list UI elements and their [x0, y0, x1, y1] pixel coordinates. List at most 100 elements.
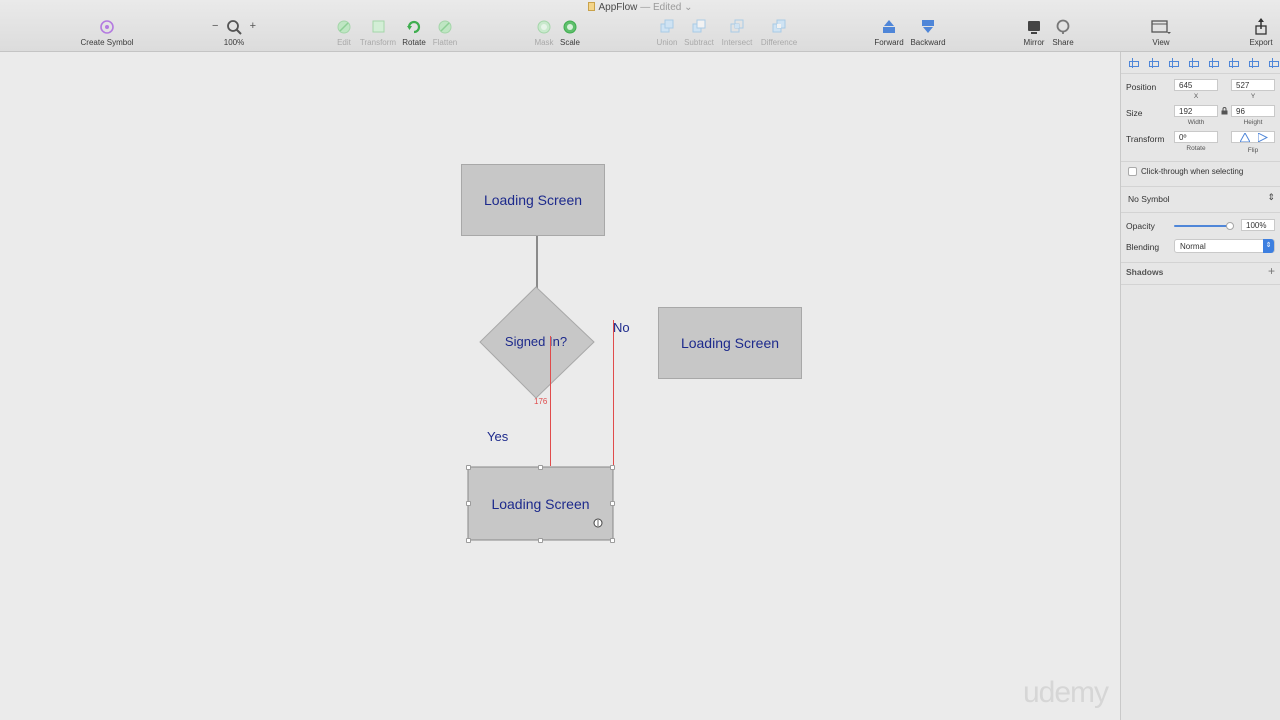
subtract-button[interactable]: Subtract: [682, 18, 716, 47]
lock-icon[interactable]: [1221, 107, 1228, 115]
scale-button[interactable]: Scale: [558, 18, 582, 47]
flip-sublabel: Flip: [1247, 147, 1259, 154]
size-label: Size: [1126, 108, 1143, 118]
select-arrows-icon: ⇕: [1263, 239, 1274, 253]
measure-guide: [550, 336, 551, 466]
symbol-select[interactable]: No Symbol: [1128, 194, 1170, 204]
transform-row: Transform 0º Rotate Flip: [1126, 131, 1275, 155]
rotate-label: Rotate: [402, 38, 426, 47]
align-bottom-icon[interactable]: [1267, 57, 1280, 68]
rotate-button[interactable]: Rotate: [401, 18, 427, 47]
align-left-icon[interactable]: [1167, 57, 1180, 68]
x-sublabel: X: [1193, 93, 1199, 100]
align-center-icon[interactable]: [1187, 57, 1200, 68]
flow-box-right[interactable]: Loading Screen: [658, 307, 802, 379]
align-right-icon[interactable]: [1207, 57, 1220, 68]
height-sublabel: Height: [1243, 119, 1263, 126]
union-button[interactable]: Union: [654, 18, 680, 47]
canvas[interactable]: Loading Screen Signed In? No Yes Loading…: [0, 52, 1120, 720]
intersect-label: Intersect: [721, 38, 753, 47]
x-field[interactable]: 645: [1174, 79, 1218, 91]
difference-icon: [772, 19, 786, 33]
scale-label: Scale: [559, 38, 580, 47]
chevron-down-icon[interactable]: ⌄: [684, 2, 692, 13]
y-field[interactable]: 527: [1231, 79, 1275, 91]
flip-horizontal-icon[interactable]: [1240, 133, 1250, 142]
divider: [1121, 212, 1280, 213]
share-label: Share: [1052, 38, 1074, 47]
align-middle-icon[interactable]: [1247, 57, 1260, 68]
click-through-row[interactable]: Click-through when selecting: [1126, 166, 1275, 180]
forward-label: Forward: [874, 38, 904, 47]
opacity-slider-knob[interactable]: [1226, 222, 1234, 230]
zoom-control[interactable]: − + 100%: [212, 18, 256, 47]
distance-readout: 176: [534, 397, 548, 406]
label-no[interactable]: No: [613, 320, 630, 335]
flow-box-bottom-selected[interactable]: Loading Screen: [467, 466, 614, 541]
resize-handle-tr[interactable]: [610, 465, 615, 470]
export-icon: [1255, 18, 1267, 35]
distribute-vertical-icon[interactable]: [1147, 57, 1160, 68]
resize-handle-r[interactable]: [610, 501, 615, 506]
flip-control[interactable]: [1231, 131, 1275, 143]
zoom-in-button[interactable]: +: [250, 20, 256, 32]
edit-button[interactable]: Edit: [333, 18, 355, 47]
mask-label: Mask: [534, 38, 554, 47]
symbol-row[interactable]: No Symbol ⇕: [1126, 192, 1275, 206]
shadows-row: Shadows +: [1126, 264, 1275, 280]
export-button[interactable]: Export: [1246, 18, 1276, 47]
difference-button[interactable]: Difference: [758, 18, 800, 47]
label-yes[interactable]: Yes: [487, 429, 508, 444]
transform-button[interactable]: Transform: [358, 18, 398, 47]
rotate-field[interactable]: 0º: [1174, 131, 1218, 143]
opacity-field[interactable]: 100%: [1241, 219, 1275, 231]
distribute-horizontal-icon[interactable]: [1127, 57, 1140, 68]
up-down-chevron-icon[interactable]: ⇕: [1267, 192, 1275, 203]
rotate-sublabel: Rotate: [1186, 145, 1206, 152]
toolbar: AppFlow — Edited ⌄ Create Symbol − + 100…: [0, 0, 1280, 52]
click-through-checkbox[interactable]: [1128, 167, 1137, 176]
subtract-icon: [692, 19, 706, 33]
position-row: Position 645 527 X Y: [1126, 79, 1275, 101]
resize-handle-l[interactable]: [466, 501, 471, 506]
mask-icon: [537, 20, 551, 34]
shadows-label: Shadows: [1126, 267, 1164, 277]
align-top-icon[interactable]: [1227, 57, 1240, 68]
backward-button[interactable]: Backward: [908, 18, 948, 47]
intersect-icon: [730, 19, 744, 33]
mask-button[interactable]: Mask: [532, 18, 556, 47]
forward-button[interactable]: Forward: [873, 18, 905, 47]
resize-handle-br[interactable]: [610, 538, 615, 543]
resize-handle-b[interactable]: [538, 538, 543, 543]
zoom-level: 100%: [223, 38, 245, 47]
intersect-button[interactable]: Intersect: [719, 18, 755, 47]
flatten-button[interactable]: Flatten: [430, 18, 460, 47]
transform-icon: [372, 20, 385, 33]
divider: [1121, 262, 1280, 263]
width-field[interactable]: 192: [1174, 105, 1218, 117]
bring-forward-icon: [883, 20, 895, 33]
add-shadow-button[interactable]: +: [1268, 264, 1275, 278]
opacity-slider[interactable]: [1174, 225, 1232, 227]
blending-select[interactable]: Normal ⇕: [1174, 239, 1275, 253]
document-icon: [587, 2, 595, 11]
flow-box-top[interactable]: Loading Screen: [461, 164, 605, 236]
mirror-button[interactable]: Mirror: [1020, 18, 1048, 47]
connector-line[interactable]: [536, 236, 538, 288]
backward-label: Backward: [910, 38, 946, 47]
view-button[interactable]: View: [1146, 18, 1176, 47]
flow-box-right-label: Loading Screen: [680, 335, 780, 351]
mirror-icon: [1028, 21, 1040, 34]
create-symbol-label: Create Symbol: [80, 38, 134, 47]
flip-vertical-icon[interactable]: [1258, 133, 1268, 142]
create-symbol-button[interactable]: Create Symbol: [78, 18, 136, 47]
resize-handle-tl[interactable]: [466, 465, 471, 470]
resize-handle-bl[interactable]: [466, 538, 471, 543]
zoom-out-button[interactable]: −: [212, 20, 218, 32]
height-field[interactable]: 96: [1231, 105, 1275, 117]
share-button[interactable]: Share: [1050, 18, 1076, 47]
flow-box-top-label: Loading Screen: [483, 192, 583, 208]
resize-handle-t[interactable]: [538, 465, 543, 470]
transform-label: Transform: [1126, 134, 1165, 144]
divider: [1121, 284, 1280, 285]
